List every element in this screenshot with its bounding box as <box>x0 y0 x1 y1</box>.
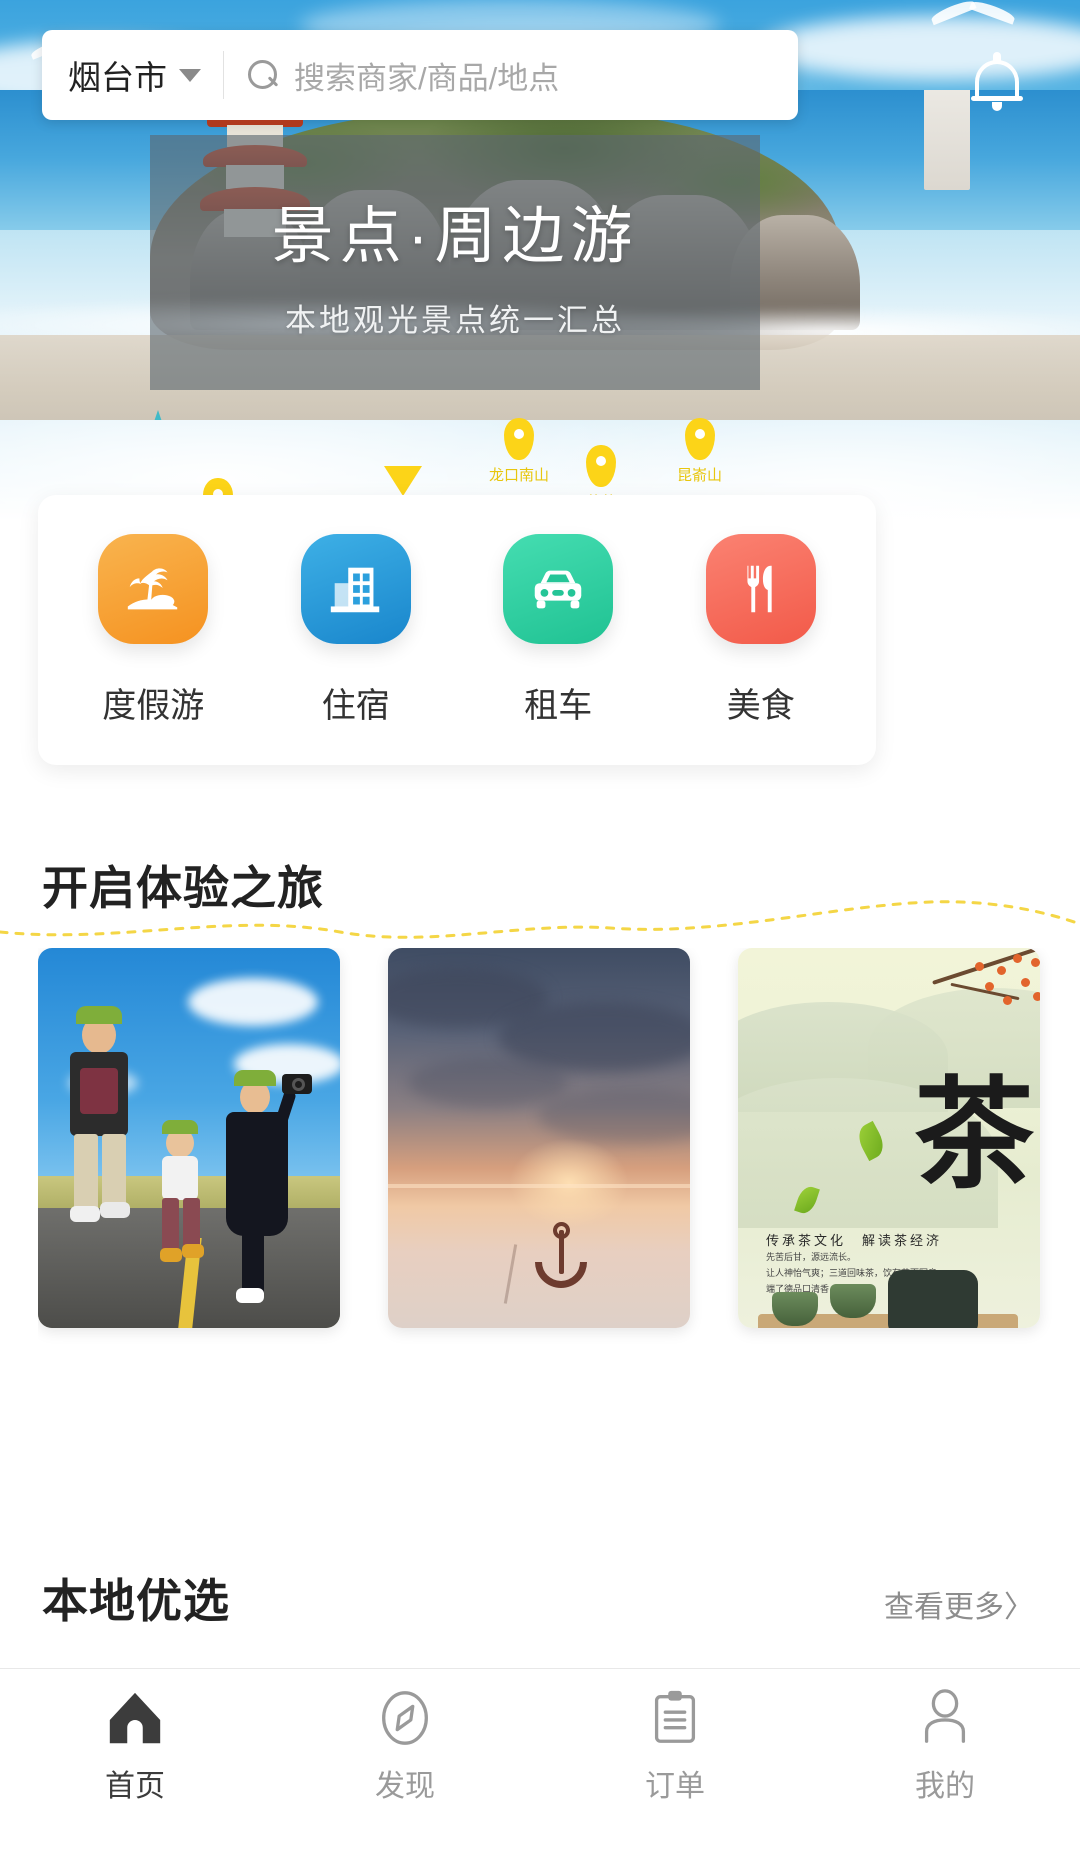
tea-cup <box>772 1292 818 1326</box>
search-bar[interactable]: 烟台市 搜索商家/商品/地点 <box>42 30 798 120</box>
location-pin-icon <box>504 418 534 460</box>
local-section-more-link[interactable]: 查看更多〉 <box>884 1582 1034 1626</box>
clipboard-icon <box>644 1687 706 1749</box>
tea-cup <box>830 1284 876 1318</box>
local-section-title: 本地优选 <box>42 1575 230 1627</box>
city-selector[interactable]: 烟台市 <box>42 47 223 103</box>
figure-adult-left <box>60 1006 150 1256</box>
poster-headline: 传承茶文化 解读茶经济 <box>766 1233 943 1248</box>
tab-label: 我的 <box>915 1770 975 1803</box>
card-tea-poster[interactable]: 茶 传承茶文化 解读茶经济 先苦后甘，源远流长。 让人神怡气爽；三道回味茶，饮有… <box>738 948 1040 1328</box>
category-item-food[interactable]: 美食 <box>671 533 851 727</box>
tab-label: 订单 <box>645 1770 705 1803</box>
category-shortcut-card: 度假游 住宿 租车 美食 <box>38 495 876 765</box>
cloud <box>760 16 1080 80</box>
car-icon <box>503 533 614 644</box>
tab-label: 发现 <box>375 1770 435 1803</box>
category-label: 住宿 <box>321 686 390 725</box>
poster-line: 先苦后甘，源远流长。 <box>766 1252 857 1262</box>
location-pin-icon <box>586 445 616 487</box>
building-icon <box>300 533 411 644</box>
card-anchor-sunset[interactable] <box>388 948 690 1328</box>
lighthouse <box>924 90 970 190</box>
tea-character: 茶 <box>914 1069 1034 1202</box>
category-item-lodging[interactable]: 住宿 <box>266 533 446 727</box>
palm-island-icon <box>98 533 209 644</box>
search-field-wrap[interactable]: 搜索商家/商品/地点 <box>224 53 798 98</box>
anchor-icon <box>533 1221 589 1292</box>
banner-subtitle: 本地观光景点统一汇总 <box>285 303 625 338</box>
chevron-down-icon <box>179 68 201 82</box>
hero-banner[interactable]: 景点·周边游 本地观光景点统一汇总 <box>150 135 760 390</box>
tab-label: 首页 <box>105 1770 165 1803</box>
experience-card-row[interactable]: 茶 传承茶文化 解读茶经济 先苦后甘，源远流长。 让人神怡气爽；三道回味茶，饮有… <box>38 948 1080 1348</box>
tab-home[interactable]: 首页 <box>20 1687 250 1805</box>
map-pin-kunyushan[interactable]: 昆嵛山 <box>677 418 722 485</box>
card-jumping-family[interactable] <box>38 948 340 1328</box>
plum-blossom <box>926 952 1040 1042</box>
fork-knife-icon <box>705 533 816 644</box>
category-label: 度假游 <box>102 686 205 725</box>
compass-icon <box>374 1687 436 1749</box>
banner-title: 景点·周边游 <box>271 202 639 271</box>
location-pin-icon <box>384 466 422 496</box>
figure-child <box>150 1120 214 1270</box>
map-pin-longkou-nanshan[interactable]: 龙口南山 <box>489 418 549 485</box>
city-name: 烟台市 <box>68 59 167 96</box>
app-root: 景点·周边游 本地观光景点统一汇总 烟台市 搜索商家/商品/地点 龙口南山 昆嵛… <box>0 0 1080 1850</box>
location-pin-icon <box>684 418 715 460</box>
teapot <box>888 1270 978 1328</box>
bottom-tab-bar: 首页 发现 订单 我的 <box>0 1668 1080 1850</box>
search-icon <box>248 60 278 90</box>
figure-adult-right <box>220 1068 318 1303</box>
category-item-carrental[interactable]: 租车 <box>468 533 648 727</box>
category-label: 租车 <box>524 686 593 725</box>
bell-icon[interactable] <box>970 52 1024 114</box>
search-input[interactable]: 搜索商家/商品/地点 <box>294 53 559 98</box>
tab-mine[interactable]: 我的 <box>830 1687 1060 1805</box>
category-item-vacation[interactable]: 度假游 <box>63 533 243 727</box>
person-icon <box>914 1687 976 1749</box>
category-label: 美食 <box>726 686 795 725</box>
experience-section-title: 开启体验之旅 <box>42 862 324 914</box>
tab-discover[interactable]: 发现 <box>290 1687 520 1805</box>
tab-orders[interactable]: 订单 <box>560 1687 790 1805</box>
home-icon <box>104 1687 166 1749</box>
